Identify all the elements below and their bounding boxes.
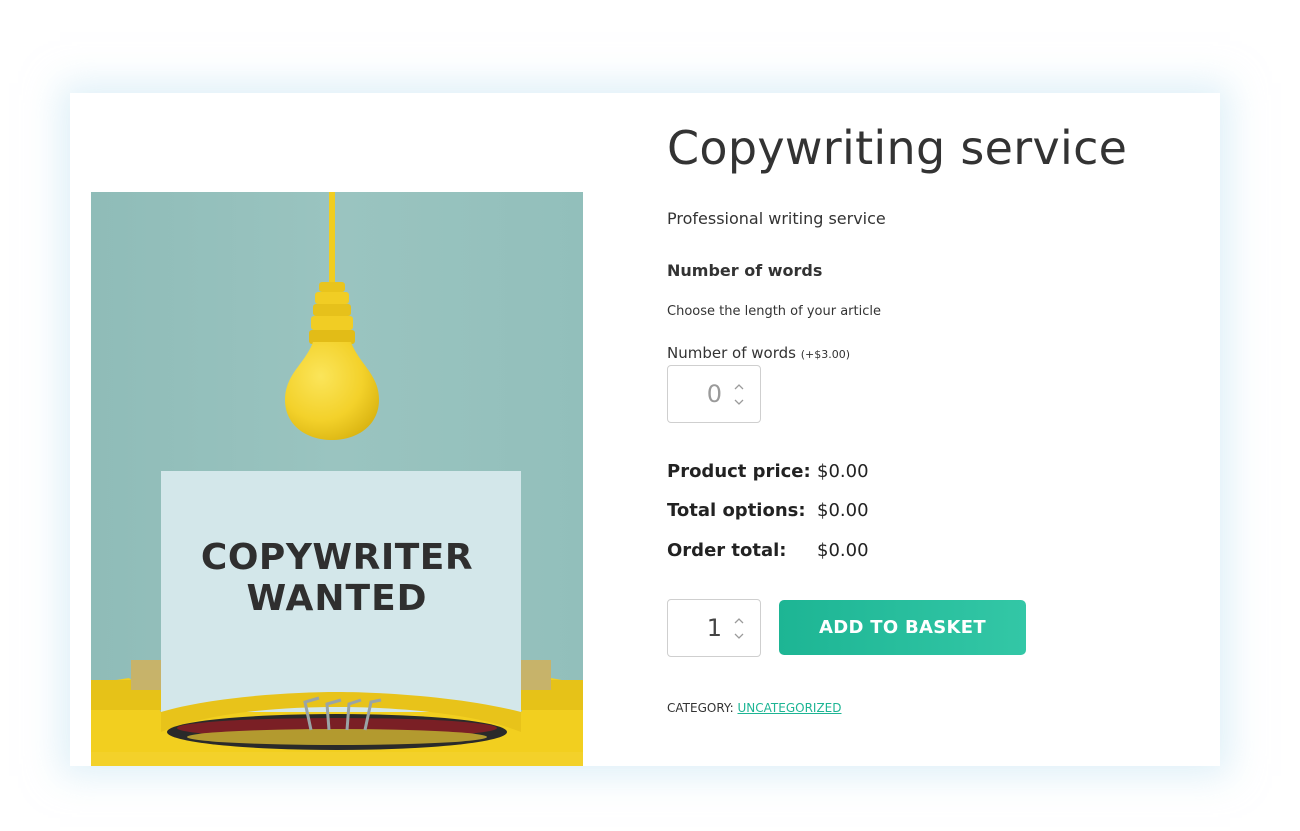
image-caption-line2: WANTED [246, 578, 428, 619]
add-to-basket-button[interactable]: ADD TO BASKET [779, 600, 1026, 655]
quantity-input[interactable]: 1 [667, 599, 761, 657]
product-image[interactable]: COPYWRITER WANTED [91, 192, 583, 766]
product-summary: Copywriting service Professional writing… [667, 93, 1187, 766]
category-label: CATEGORY: [667, 701, 734, 715]
option-group-description: Choose the length of your article [667, 304, 881, 319]
product-price-label: Product price: [667, 461, 811, 482]
image-caption-line1: COPYWRITER [200, 537, 474, 578]
product-title: Copywriting service [667, 121, 1128, 175]
number-of-words-placeholder: 0 [706, 380, 722, 408]
order-total-value: $0.00 [817, 540, 869, 561]
lightbulb-typewriter-illustration [91, 192, 583, 766]
number-of-words-label: Number of words (+$3.00) [667, 344, 850, 362]
quantity-value: 1 [706, 614, 722, 642]
product-price-value: $0.00 [817, 461, 869, 482]
total-options-row: Total options: $0.00 [667, 500, 869, 521]
option-group-heading: Number of words [667, 261, 823, 280]
product-category: CATEGORY: UNCATEGORIZED [667, 701, 842, 715]
number-of-words-input[interactable]: 0 [667, 365, 761, 423]
total-options-label: Total options: [667, 500, 806, 521]
spinner-up-icon[interactable] [734, 617, 744, 624]
product-card: COPYWRITER WANTED Copywriting service Pr… [70, 93, 1220, 766]
product-price-row: Product price: $0.00 [667, 461, 869, 482]
spinner-down-icon[interactable] [734, 633, 744, 640]
total-options-value: $0.00 [817, 500, 869, 521]
order-total-label: Order total: [667, 540, 787, 561]
product-short-description: Professional writing service [667, 209, 886, 228]
option-price-modifier: (+$3.00) [800, 348, 851, 361]
category-link[interactable]: UNCATEGORIZED [738, 701, 842, 715]
order-total-row: Order total: $0.00 [667, 540, 869, 561]
number-of-words-label-text: Number of words [667, 344, 796, 362]
spinner-down-icon[interactable] [734, 399, 744, 406]
spinner-up-icon[interactable] [734, 383, 744, 390]
